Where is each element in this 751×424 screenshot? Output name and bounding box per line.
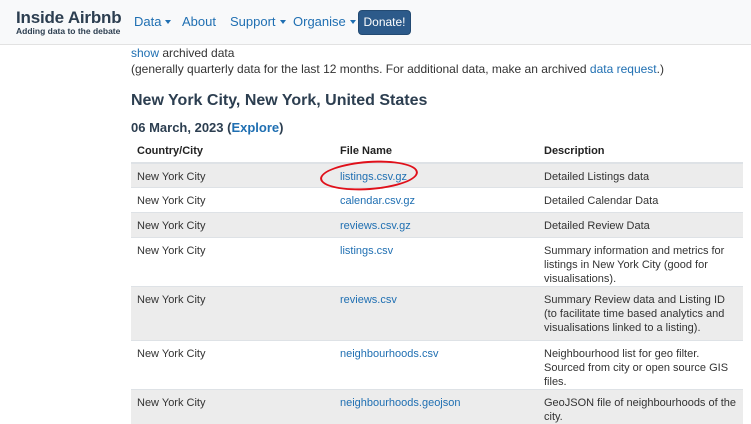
city-cell: New York City xyxy=(131,285,334,340)
file-download-link[interactable]: calendar.csv.gz xyxy=(340,195,415,207)
table-row: New York City reviews.csv Summary Review… xyxy=(131,285,743,340)
file-download-link[interactable]: reviews.csv.gz xyxy=(340,220,411,232)
city-cell: New York City xyxy=(131,388,334,424)
header-file-name: File Name xyxy=(334,140,538,164)
table-row: New York City neighbourhoods.csv Neighbo… xyxy=(131,339,743,389)
brand-logo-link[interactable]: Inside Airbnb Adding data to the debate xyxy=(16,8,122,37)
top-navbar: Inside Airbnb Adding data to the debate … xyxy=(0,0,751,45)
file-download-link[interactable]: listings.csv.gz xyxy=(340,171,407,183)
nav-data-label: Data xyxy=(134,14,162,29)
file-download-link[interactable]: listings.csv xyxy=(340,245,393,257)
donate-button[interactable]: Donate! xyxy=(358,10,411,35)
file-cell: neighbourhoods.csv xyxy=(334,339,538,389)
nav-data-dropdown[interactable]: Data xyxy=(134,14,172,29)
caret-down-icon xyxy=(279,19,286,24)
brand-subtitle: Adding data to the debate xyxy=(16,26,121,36)
file-cell: reviews.csv xyxy=(334,285,538,340)
file-cell: calendar.csv.gz xyxy=(334,186,538,212)
table-row: New York City listings.csv.gz Detailed L… xyxy=(131,162,743,187)
file-cell: listings.csv.gz xyxy=(334,162,538,187)
nav-organise-dropdown[interactable]: Organise xyxy=(293,15,356,29)
description-cell: Detailed Review Data xyxy=(538,211,743,237)
description-cell: Summary information and metrics for list… xyxy=(538,236,743,286)
data-files-table: Country/City File Name Description New Y… xyxy=(131,140,743,424)
file-cell: neighbourhoods.geojson xyxy=(334,388,538,424)
table-header-row: Country/City File Name Description xyxy=(131,140,743,164)
snapshot-date-heading: 06 March, 2023 (Explore) xyxy=(131,120,284,135)
header-description: Description xyxy=(538,140,743,164)
show-archived-line: show archived data xyxy=(131,45,743,61)
table-row: New York City calendar.csv.gz Detailed C… xyxy=(131,186,743,212)
caret-down-icon xyxy=(349,19,356,24)
table-row: New York City listings.csv Summary infor… xyxy=(131,236,743,286)
description-cell: Summary Review data and Listing ID (to f… xyxy=(538,285,743,340)
nav-support-dropdown[interactable]: Support xyxy=(230,15,286,29)
city-cell: New York City xyxy=(131,162,334,187)
city-title: New York City, New York, United States xyxy=(131,92,428,109)
file-download-link[interactable]: neighbourhoods.csv xyxy=(340,348,438,360)
data-request-link[interactable]: data request xyxy=(590,62,657,76)
explore-link[interactable]: Explore xyxy=(231,120,279,135)
table-row: New York City neighbourhoods.geojson Geo… xyxy=(131,388,743,424)
description-cell: GeoJSON file of neighbourhoods of the ci… xyxy=(538,388,743,424)
description-cell: Neighbourhood list for geo filter. Sourc… xyxy=(538,339,743,389)
description-cell: Detailed Calendar Data xyxy=(538,186,743,212)
show-archived-link[interactable]: show xyxy=(131,46,159,60)
file-download-link[interactable]: reviews.csv xyxy=(340,294,397,306)
nav-about-link[interactable]: About xyxy=(182,15,216,29)
main-content: show archived data (generally quarterly … xyxy=(131,44,743,424)
city-cell: New York City xyxy=(131,186,334,212)
header-country-city: Country/City xyxy=(131,140,334,164)
close-paren: ) xyxy=(279,120,284,135)
brand-title: Inside Airbnb xyxy=(16,8,122,27)
city-cell: New York City xyxy=(131,236,334,286)
data-request-prefix: (generally quarterly data for the last 1… xyxy=(131,62,590,76)
nav-about-label: About xyxy=(182,14,216,29)
city-cell: New York City xyxy=(131,211,334,237)
nav-organise-label: Organise xyxy=(293,14,346,29)
snapshot-date: 06 March, 2023 xyxy=(131,120,224,135)
description-cell: Detailed Listings data xyxy=(538,162,743,187)
data-request-line: (generally quarterly data for the last 1… xyxy=(131,61,743,77)
file-cell: reviews.csv.gz xyxy=(334,211,538,237)
city-cell: New York City xyxy=(131,339,334,389)
table-row: New York City reviews.csv.gz Detailed Re… xyxy=(131,211,743,237)
file-download-link[interactable]: neighbourhoods.geojson xyxy=(340,397,461,409)
file-cell: listings.csv xyxy=(334,236,538,286)
caret-down-icon xyxy=(165,19,172,24)
show-archived-suffix: archived data xyxy=(159,46,235,60)
archived-data-note: show archived data (generally quarterly … xyxy=(131,45,743,77)
nav-support-label: Support xyxy=(230,14,276,29)
data-request-suffix: .) xyxy=(656,62,664,76)
